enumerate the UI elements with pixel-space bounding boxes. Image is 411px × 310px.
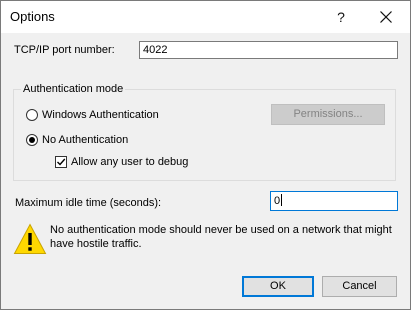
idle-time-label: Maximum idle time (seconds):: [15, 197, 162, 209]
permissions-button-label: Permissions...: [293, 108, 363, 120]
cancel-button[interactable]: Cancel: [322, 276, 397, 297]
port-value: 4022: [143, 44, 168, 56]
title-bar[interactable]: Options ?: [1, 1, 410, 33]
windows-authentication-label[interactable]: Windows Authentication: [42, 109, 159, 121]
allow-debug-checkbox[interactable]: [55, 156, 67, 168]
idle-time-value: 0: [274, 195, 281, 207]
windows-authentication-radio[interactable]: [26, 109, 38, 121]
idle-time-input[interactable]: 0: [270, 191, 398, 211]
no-authentication-radio[interactable]: [26, 134, 38, 146]
warning-message: No authentication mode should never be u…: [50, 224, 392, 250]
close-button[interactable]: [371, 4, 401, 30]
allow-debug-label[interactable]: Allow any user to debug: [71, 156, 188, 168]
text-caret: [281, 194, 283, 206]
ok-button[interactable]: OK: [242, 276, 314, 297]
permissions-button[interactable]: Permissions...: [271, 104, 385, 125]
authentication-group-label: Authentication mode: [21, 83, 126, 95]
ok-button-label: OK: [270, 280, 286, 292]
port-input[interactable]: 4022: [139, 41, 398, 59]
window-title: Options: [10, 9, 55, 24]
cancel-button-label: Cancel: [342, 280, 377, 292]
port-label: TCP/IP port number:: [14, 44, 115, 56]
close-icon: [380, 11, 392, 23]
no-authentication-label[interactable]: No Authentication: [42, 134, 128, 146]
warning-icon: [13, 223, 47, 255]
help-button[interactable]: ?: [327, 4, 355, 30]
radio-selected-dot: [29, 137, 35, 143]
checkmark-icon: [57, 158, 66, 166]
options-dialog: Options ? TCP/IP port number: 4022 Authe…: [0, 0, 411, 310]
help-icon: ?: [337, 9, 345, 25]
